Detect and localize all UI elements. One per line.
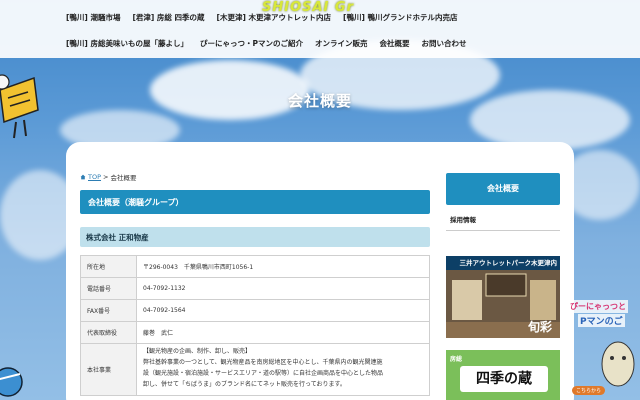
section-heading: 会社概要（潮騒グループ） [80, 190, 430, 214]
row-key: 所在地 [80, 255, 137, 278]
nav-item-contact[interactable]: お問い合わせ [421, 38, 466, 49]
breadcrumb-current: 会社概要 [110, 174, 137, 182]
business-line: 設（観光施設・宿泊施設・サービスエリア・道の駅等）に自社企画商品を中心とした物品 [143, 370, 384, 377]
business-line: 卸し、併せて「ちばうま」のブランド名にてネット販売を行っております。 [143, 381, 346, 388]
nav-item-kisarazu-outlet[interactable]: [木更津] 木更津アウトレット内店 [217, 12, 331, 23]
promo-line-1: ぴーにゃっつと [568, 300, 628, 313]
nav-item-character-intro[interactable]: ぴーにゃっつ・Pマンのご紹介 [200, 38, 303, 49]
breadcrumb-home-link[interactable]: TOP [88, 173, 101, 181]
breadcrumb: TOP > 会社概要 [80, 172, 136, 182]
row-value: 藤巻 武仁 [136, 321, 430, 344]
banner-subtitle: 房総 [450, 356, 463, 363]
row-key: FAX番号 [80, 299, 137, 322]
nav-item-kamogawa-grand-hotel[interactable]: [鴨川] 鴨川グランドホテル内売店 [343, 12, 457, 23]
shiki-no-kura-banner[interactable]: 房総 四季の蔵 [446, 350, 560, 400]
mascot-illustration [601, 341, 635, 387]
top-navigation: SHIOSAI Gr [鴨川] 潮騒市場 [君津] 房総 四季の蔵 [木更津] … [0, 0, 640, 58]
home-icon [80, 174, 86, 180]
nav-item-online-shop[interactable]: オンライン販売 [315, 38, 368, 49]
nav-item-shiki-no-kura[interactable]: [君津] 房総 四季の蔵 [132, 12, 204, 23]
nav-row-stores: [鴨川] 潮騒市場 [君津] 房総 四季の蔵 [木更津] 木更津アウトレット内店… [66, 12, 469, 23]
nav-item-fujiyoshi[interactable]: [鴨川] 房総美味いもの屋「藤よし」 [66, 38, 188, 49]
outlet-store-banner[interactable]: 三井アウトレットパーク木更津内 旬彩 [446, 256, 560, 338]
page-title: 会社概要 [287, 92, 352, 110]
row-value: 〒296-0043 千葉県鴨川市西町1056-1 [136, 255, 430, 278]
promo-more-button[interactable]: こちらから [572, 386, 606, 395]
promo-line-2: Pマンのご [578, 314, 625, 327]
mascot-illustration [0, 367, 23, 397]
character-promo-banner[interactable]: ぴーにゃっつと Pマンのご こちらから [568, 300, 640, 400]
nav-item-shiosai-market[interactable]: [鴨川] 潮騒市場 [66, 12, 120, 23]
banner-shop-name: 旬彩 [528, 320, 553, 334]
table-row: 所在地 〒296-0043 千葉県鴨川市西町1056-1 [80, 255, 430, 278]
company-name-heading: 株式会社 正和物産 [80, 227, 430, 247]
sidebar-heading[interactable]: 会社概要 [446, 173, 560, 205]
table-row: 電話番号 04-7092-1132 [80, 277, 430, 300]
nav-row-info: [鴨川] 房総美味いもの屋「藤よし」 ぴーにゃっつ・Pマンのご紹介 オンライン販… [66, 38, 478, 49]
row-value: 04-7092-1564 [136, 299, 430, 322]
table-row: 代表取締役 藤巻 武仁 [80, 321, 430, 344]
business-line: 【観光物産の企画、制作、卸し、販売】 [143, 348, 252, 355]
banner-title: 四季の蔵 [460, 366, 548, 392]
banner-title: 三井アウトレットパーク木更津内 [446, 256, 560, 270]
row-key: 電話番号 [80, 277, 137, 300]
row-value: 04-7092-1132 [136, 277, 430, 300]
breadcrumb-separator: > [103, 173, 109, 181]
row-key: 本社事業 [80, 343, 137, 396]
business-line: 弊社基幹事業の一つとして、観光物産品を南房総地区を中心とし、千葉県内の観光関連施 [143, 359, 383, 366]
nav-item-company[interactable]: 会社概要 [379, 38, 409, 49]
sidebar-item-recruit[interactable]: 採用情報 [446, 205, 560, 231]
table-row: 本社事業 【観光物産の企画、制作、卸し、販売】 弊社基幹事業の一つとして、観光物… [80, 343, 430, 396]
table-row: FAX番号 04-7092-1564 [80, 299, 430, 322]
row-key: 代表取締役 [80, 321, 137, 344]
company-info-table: 所在地 〒296-0043 千葉県鴨川市西町1056-1 電話番号 04-709… [80, 255, 430, 396]
row-value: 【観光物産の企画、制作、卸し、販売】 弊社基幹事業の一つとして、観光物産品を南房… [136, 343, 430, 396]
